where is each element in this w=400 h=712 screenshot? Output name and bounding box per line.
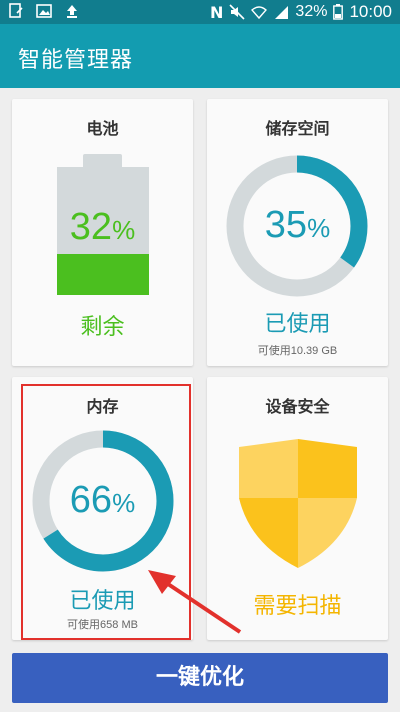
upload-icon [67,5,77,18]
status-bar-notifications [8,3,80,19]
app-bar: 智能管理器 [0,24,400,88]
app-title: 智能管理器 [18,48,134,73]
status-bar-system: N 32% 10:00 [210,2,392,22]
storage-card[interactable]: 储存空间 35% 已使用 可使用10.39 GB [207,99,388,366]
storage-card-title: 储存空间 [265,119,330,138]
mute-icon [229,4,245,20]
signal-icon [275,6,289,19]
battery-icon [333,4,344,20]
battery-card[interactable]: 电池 32% 剩余 [12,99,193,366]
security-card-title: 设备安全 [265,397,330,416]
wifi-icon [251,6,268,20]
battery-gauge-fill [57,254,149,295]
optimize-now-button[interactable]: 一键优化 [12,653,388,703]
battery-percent-value: 32% [69,206,136,248]
nfc-icon: N [210,2,224,22]
annotation-arrow-icon [148,570,242,634]
clock: 10:00 [349,2,392,21]
storage-percent-value: 35% [264,204,331,246]
battery-percent: 32% [295,3,328,20]
storage-used-label: 已使用 [264,312,331,337]
status-bar: N 32% 10:00 [0,0,400,24]
storage-available-label: 可使用10.39 GB [257,345,338,357]
image-icon [36,4,52,18]
shield-icon [239,439,357,568]
battery-status-label: 剩余 [80,315,125,340]
battery-gauge-cap [83,154,122,168]
notes-icon [9,3,23,18]
battery-card-title: 电池 [86,119,119,138]
